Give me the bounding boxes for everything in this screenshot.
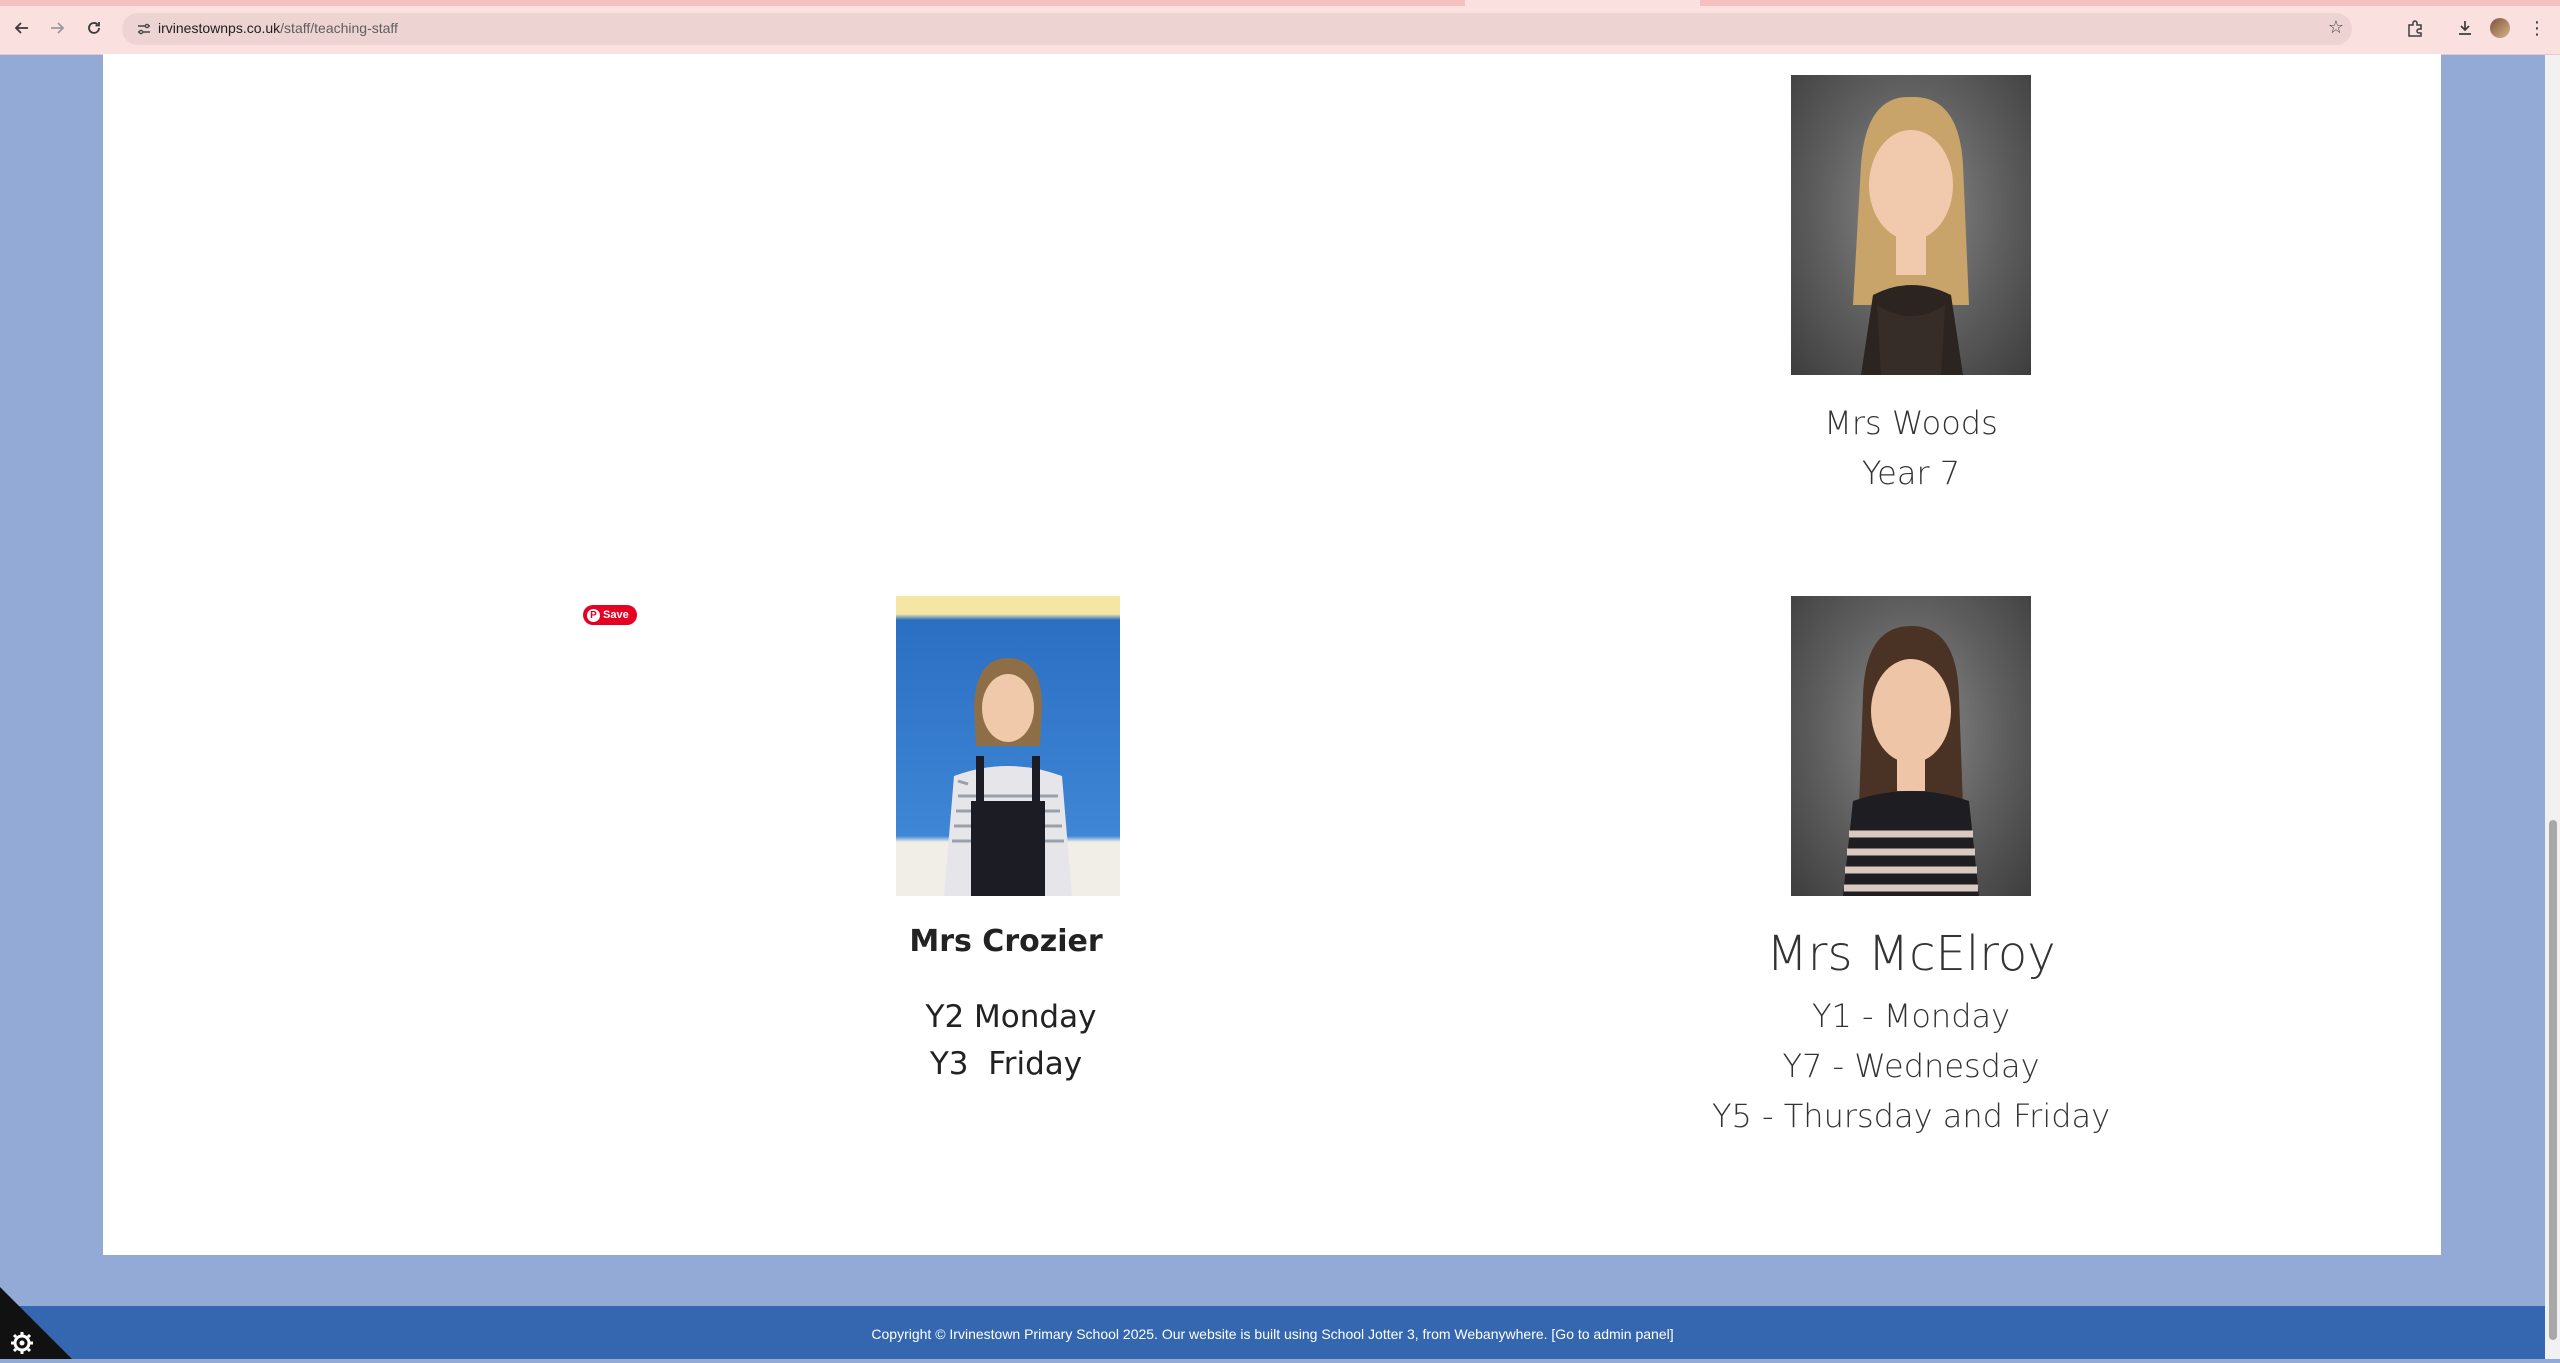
staff-photo-woods (1791, 75, 2031, 375)
pinterest-save-button[interactable]: P Save (583, 605, 637, 625)
tab-strip (0, 0, 2560, 6)
reload-button[interactable] (80, 14, 108, 42)
staff-photo-crozier (896, 596, 1120, 896)
staff-name-woods: Mrs Woods (1824, 404, 1998, 442)
gear-icon (11, 1332, 33, 1354)
star-icon[interactable]: ☆ (2328, 17, 2344, 38)
address-bar[interactable]: irvinestownps.co.uk/staff/teaching-staff… (122, 13, 2352, 45)
staff-role-mcelroy-1: Y1 - Monday (1811, 997, 2011, 1035)
staff-role-crozier-2: Y3 Friday (929, 1046, 1083, 1082)
scrollbar-thumb[interactable] (2549, 820, 2557, 1340)
avatar[interactable] (2490, 18, 2510, 38)
site-footer: Copyright © Irvinestown Primary School 2… (0, 1306, 2545, 1359)
pinterest-icon: P (587, 608, 600, 622)
kebab-menu-icon[interactable]: ⋮ (2524, 15, 2550, 41)
footer-copyright[interactable]: Copyright © Irvinestown Primary School 2… (0, 1326, 2545, 1342)
browser-toolbar: irvinestownps.co.uk/staff/teaching-staff… (0, 0, 2560, 55)
staff-role-crozier-1: Y2 Monday (925, 999, 1097, 1035)
pinterest-save-label: Save (603, 609, 629, 621)
url-text: irvinestownps.co.uk/staff/teaching-staff (158, 20, 398, 36)
staff-role-mcelroy-3: Y5 - Thursday and Friday (1711, 1097, 2111, 1135)
staff-name-mcelroy: Mrs McElroy (1766, 926, 2056, 982)
back-button[interactable] (8, 14, 36, 42)
staff-role-mcelroy-2: Y7 - Wednesday (1782, 1047, 2040, 1085)
staff-role-woods: Year 7 (1861, 454, 1961, 492)
download-icon[interactable] (2452, 15, 2478, 41)
arrow-left-icon (14, 22, 28, 34)
staff-name-crozier: Mrs Crozier (909, 924, 1103, 959)
puzzle-icon[interactable] (2402, 15, 2428, 41)
staff-content-panel: Mrs Woods Year 7 P Save Mrs Crozier Y2 M… (103, 54, 2441, 1255)
staff-photo-mcelroy (1791, 596, 2031, 896)
url-path: /staff/teaching-staff (280, 20, 398, 36)
reload-icon (88, 22, 100, 34)
accessibility-toggle[interactable] (0, 1287, 72, 1359)
tune-icon[interactable] (134, 19, 154, 39)
url-host: irvinestownps.co.uk (158, 20, 281, 36)
forward-button[interactable] (43, 14, 71, 42)
arrow-right-icon (51, 22, 65, 34)
